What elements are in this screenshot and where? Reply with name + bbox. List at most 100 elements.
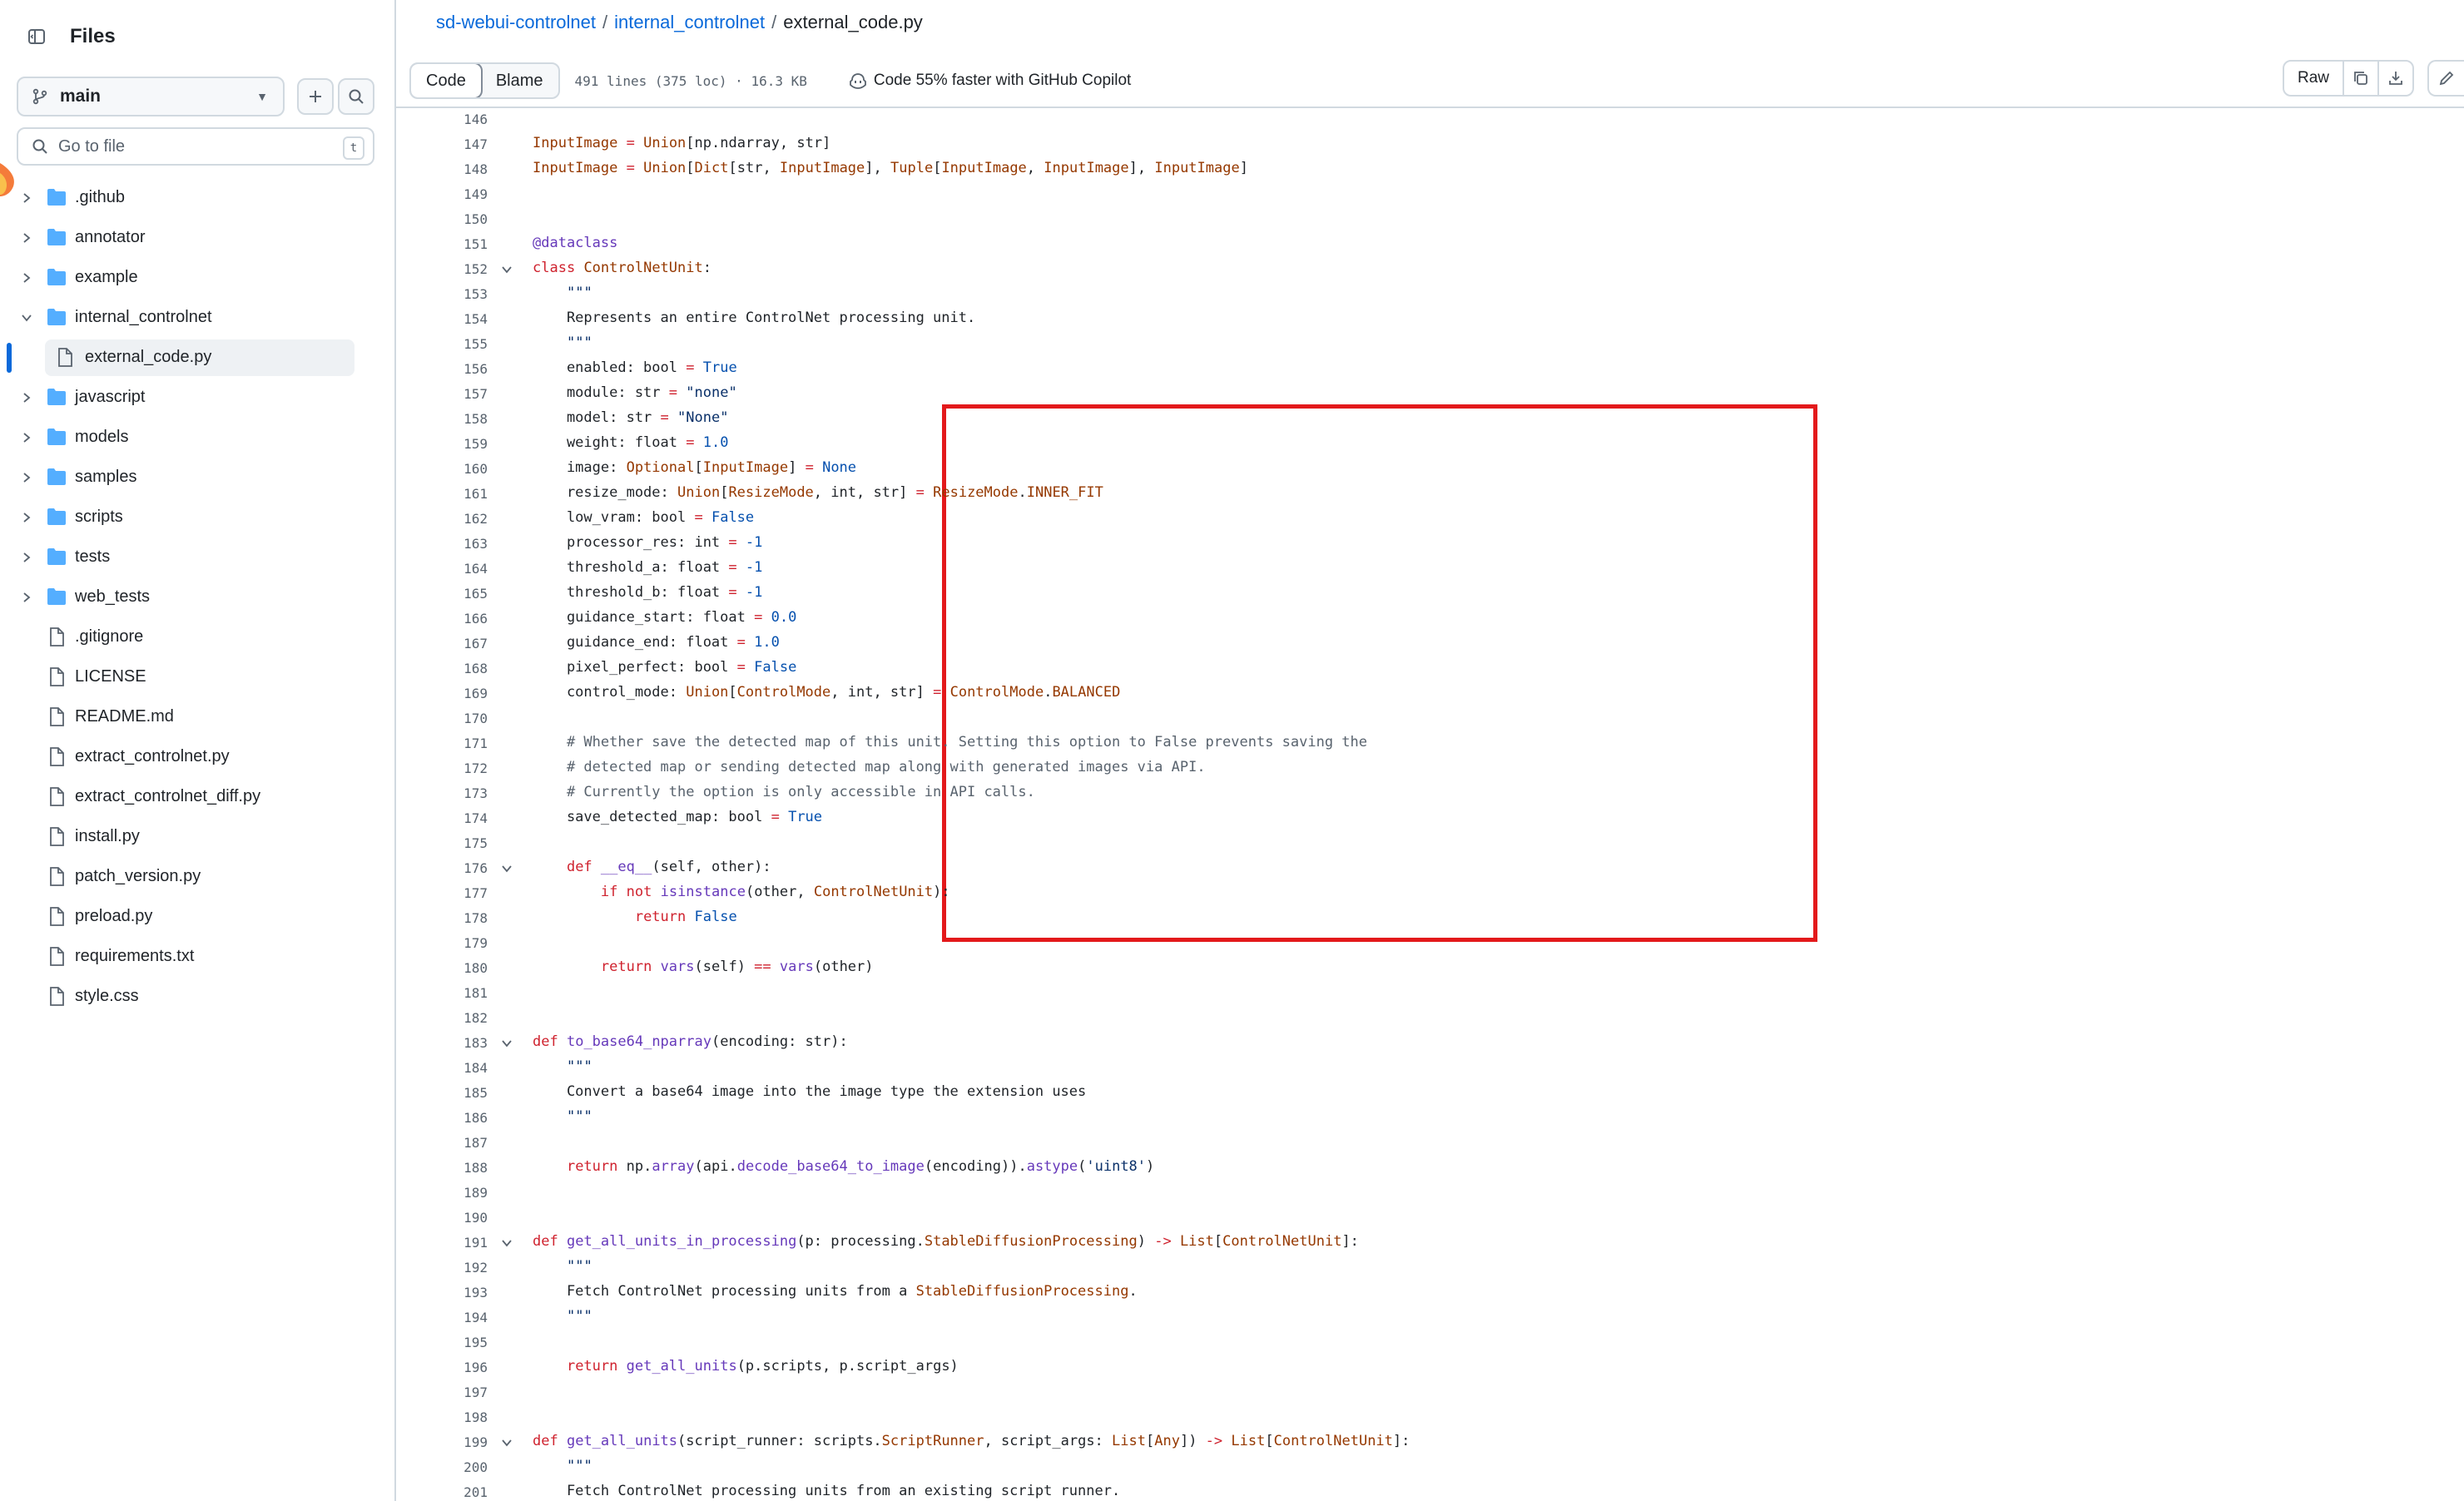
line-number[interactable]: 158 <box>421 411 488 427</box>
collapse-sidebar-button[interactable] <box>18 18 55 55</box>
chevron-right-icon[interactable] <box>18 429 35 446</box>
tree-file[interactable]: patch_version.py <box>0 859 394 895</box>
line-number[interactable]: 187 <box>421 1135 488 1151</box>
line-number[interactable]: 190 <box>421 1210 488 1226</box>
line-number[interactable]: 185 <box>421 1085 488 1101</box>
line-number[interactable]: 196 <box>421 1360 488 1375</box>
breadcrumb-repo-link[interactable]: sd-webui-controlnet <box>436 12 596 32</box>
chevron-right-icon[interactable] <box>18 389 35 406</box>
tab-code[interactable]: Code <box>410 64 483 97</box>
line-number[interactable]: 192 <box>421 1260 488 1276</box>
line-number[interactable]: 178 <box>421 910 488 926</box>
line-number[interactable]: 147 <box>421 136 488 152</box>
branch-selector[interactable]: main ▼ <box>17 77 285 116</box>
line-number[interactable]: 188 <box>421 1160 488 1176</box>
line-number[interactable]: 180 <box>421 960 488 976</box>
line-number[interactable]: 173 <box>421 785 488 801</box>
tree-folder[interactable]: samples <box>0 459 394 496</box>
tree-file[interactable]: style.css <box>0 978 394 1015</box>
line-number[interactable]: 166 <box>421 611 488 627</box>
line-number[interactable]: 174 <box>421 810 488 826</box>
add-file-button[interactable] <box>297 78 334 115</box>
chevron-right-icon[interactable] <box>18 589 35 606</box>
tree-folder[interactable]: .github <box>0 180 394 216</box>
line-number[interactable]: 153 <box>421 286 488 302</box>
line-number[interactable]: 201 <box>421 1484 488 1500</box>
line-number[interactable]: 151 <box>421 236 488 252</box>
tree-file[interactable]: extract_controlnet_diff.py <box>0 779 394 815</box>
line-number[interactable]: 171 <box>421 736 488 751</box>
line-number[interactable]: 170 <box>421 711 488 726</box>
tree-folder[interactable]: tests <box>0 539 394 576</box>
chevron-right-icon[interactable] <box>18 270 35 286</box>
line-number[interactable]: 148 <box>421 161 488 177</box>
line-number[interactable]: 198 <box>421 1409 488 1425</box>
line-number[interactable]: 160 <box>421 461 488 477</box>
chevron-right-icon[interactable] <box>18 190 35 206</box>
go-to-file-field[interactable]: t <box>17 127 374 166</box>
fold-chevron-icon[interactable] <box>500 862 513 875</box>
line-number[interactable]: 176 <box>421 860 488 876</box>
line-number[interactable]: 167 <box>421 636 488 651</box>
line-number[interactable]: 172 <box>421 760 488 776</box>
tree-folder[interactable]: scripts <box>0 499 394 536</box>
line-number[interactable]: 154 <box>421 311 488 327</box>
line-number[interactable]: 189 <box>421 1185 488 1201</box>
edit-file-button[interactable] <box>2427 60 2464 97</box>
line-number[interactable]: 165 <box>421 586 488 602</box>
tree-file[interactable]: preload.py <box>0 899 394 935</box>
fold-chevron-icon[interactable] <box>500 1236 513 1250</box>
line-number[interactable]: 181 <box>421 985 488 1001</box>
tree-file[interactable]: install.py <box>0 819 394 855</box>
line-number[interactable]: 169 <box>421 686 488 701</box>
line-number[interactable]: 179 <box>421 935 488 951</box>
fold-chevron-icon[interactable] <box>500 1436 513 1449</box>
line-number[interactable]: 175 <box>421 835 488 851</box>
line-number[interactable]: 182 <box>421 1010 488 1026</box>
line-number[interactable]: 155 <box>421 336 488 352</box>
line-number[interactable]: 199 <box>421 1434 488 1450</box>
line-number[interactable]: 168 <box>421 661 488 676</box>
search-files-button[interactable] <box>338 78 374 115</box>
tab-blame[interactable]: Blame <box>481 64 558 97</box>
line-number[interactable]: 184 <box>421 1060 488 1076</box>
tree-folder[interactable]: web_tests <box>0 579 394 616</box>
line-number[interactable]: 164 <box>421 561 488 577</box>
line-number[interactable]: 162 <box>421 511 488 527</box>
tree-file[interactable]: extract_controlnet.py <box>0 739 394 775</box>
line-number[interactable]: 161 <box>421 486 488 502</box>
tree-folder[interactable]: annotator <box>0 220 394 256</box>
tree-folder[interactable]: internal_controlnet <box>0 300 394 336</box>
chevron-right-icon[interactable] <box>18 469 35 486</box>
line-number[interactable]: 163 <box>421 536 488 552</box>
chevron-right-icon[interactable] <box>18 549 35 566</box>
line-number[interactable]: 194 <box>421 1310 488 1325</box>
tree-file[interactable]: requirements.txt <box>0 939 394 975</box>
line-number[interactable]: 195 <box>421 1335 488 1350</box>
tree-folder[interactable]: javascript <box>0 379 394 416</box>
go-to-file-input[interactable] <box>57 136 326 157</box>
copy-raw-button[interactable] <box>2343 62 2377 95</box>
line-number[interactable]: 156 <box>421 361 488 377</box>
line-number[interactable]: 152 <box>421 261 488 277</box>
line-number[interactable]: 157 <box>421 386 488 402</box>
line-number[interactable]: 149 <box>421 186 488 202</box>
tree-folder[interactable]: models <box>0 419 394 456</box>
chevron-right-icon[interactable] <box>18 509 35 526</box>
line-number[interactable]: 193 <box>421 1285 488 1300</box>
tree-file[interactable]: .gitignore <box>0 619 394 656</box>
chevron-right-icon[interactable] <box>18 230 35 246</box>
raw-button[interactable]: Raw <box>2284 62 2343 95</box>
line-number[interactable]: 197 <box>421 1385 488 1400</box>
line-number[interactable]: 200 <box>421 1459 488 1475</box>
line-number[interactable]: 183 <box>421 1035 488 1051</box>
line-number[interactable]: 150 <box>421 211 488 227</box>
tree-file[interactable]: external_code.py <box>45 339 354 376</box>
fold-chevron-icon[interactable] <box>500 263 513 276</box>
line-number[interactable]: 146 <box>421 111 488 127</box>
fold-chevron-icon[interactable] <box>500 1037 513 1050</box>
line-number[interactable]: 186 <box>421 1110 488 1126</box>
download-button[interactable] <box>2377 62 2412 95</box>
tree-file[interactable]: LICENSE <box>0 659 394 696</box>
breadcrumb-folder-link[interactable]: internal_controlnet <box>614 12 765 32</box>
